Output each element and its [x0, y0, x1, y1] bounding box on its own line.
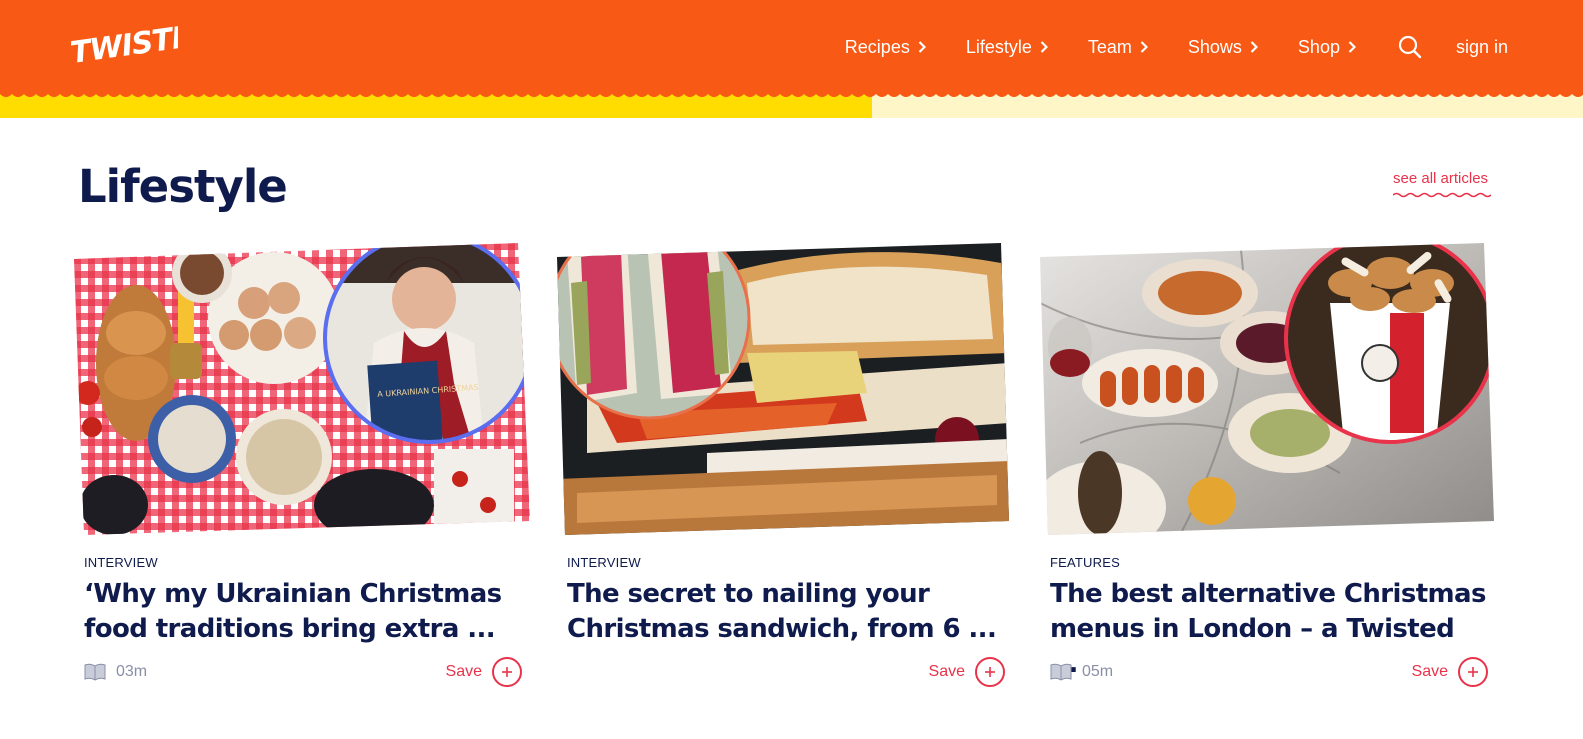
save-button[interactable]: Save: [929, 657, 1005, 687]
article-title[interactable]: The secret to nailing your Christmas san…: [567, 577, 1007, 647]
plus-circle-icon: [975, 657, 1005, 687]
save-button[interactable]: Save: [446, 657, 522, 687]
article-category: INTERVIEW: [84, 555, 158, 570]
article-image[interactable]: [557, 243, 1013, 535]
article-category: FEATURES: [1050, 555, 1120, 570]
see-all-articles-link[interactable]: see all articles: [1393, 170, 1493, 200]
chevron-right-icon: [1348, 41, 1356, 53]
save-label: Save: [445, 663, 482, 680]
nav-label: Team: [1087, 36, 1132, 57]
article-image[interactable]: A UKRAINIAN CHRISTMAS: [74, 243, 530, 535]
svg-text:TWISTED: TWISTED: [68, 18, 178, 71]
plus-circle-icon: [492, 657, 522, 687]
save-label: Save: [1411, 663, 1448, 680]
read-time-label: 05m: [1082, 663, 1114, 680]
search-icon[interactable]: [1398, 35, 1422, 59]
article-card[interactable]: A UKRAINIAN CHRISTMAS INTERVIEW ‘Why my …: [74, 243, 530, 703]
nav-shop[interactable]: Shop: [1298, 37, 1356, 58]
article-title[interactable]: ‘Why my Ukrainian Christmas food traditi…: [84, 577, 524, 647]
read-time-label: 03m: [116, 663, 148, 680]
article-category: INTERVIEW: [567, 555, 641, 570]
chevron-right-icon: [1140, 41, 1148, 53]
header-wave-divider: [0, 86, 1583, 118]
article-card[interactable]: FEATURES The best alternative Christmas …: [1040, 243, 1496, 703]
twisted-logo[interactable]: TWISTED: [66, 16, 217, 72]
squiggle-underline: [1393, 192, 1491, 198]
section-title: Lifestyle: [78, 160, 288, 213]
read-time: 03m: [84, 663, 147, 681]
open-book-icon: [84, 663, 106, 681]
see-all-label: see all articles: [1393, 170, 1489, 187]
nav-lifestyle[interactable]: Lifestyle: [966, 37, 1048, 58]
save-button[interactable]: Save: [1412, 657, 1488, 687]
article-image[interactable]: [1040, 243, 1496, 535]
chevron-right-icon: [1040, 41, 1048, 53]
nav-shows[interactable]: Shows: [1188, 37, 1258, 58]
plus-circle-icon: [1458, 657, 1488, 687]
nav-team[interactable]: Team: [1088, 37, 1148, 58]
nav-label: Shows: [1187, 36, 1242, 57]
read-time: 05m: [1050, 663, 1113, 681]
chevron-right-icon: [1250, 41, 1258, 53]
main-nav: Recipes Lifestyle Team Shows Shop sign i…: [805, 30, 1508, 64]
nav-recipes[interactable]: Recipes: [845, 37, 926, 58]
save-label: Save: [928, 663, 965, 680]
nav-label: Recipes: [844, 36, 910, 57]
nav-label: Lifestyle: [965, 36, 1032, 57]
nav-label: Shop: [1297, 36, 1340, 57]
sign-in-link[interactable]: sign in: [1456, 37, 1508, 58]
article-card[interactable]: INTERVIEW The secret to nailing your Chr…: [557, 243, 1013, 703]
site-header: TWISTED Recipes Lifestyle Team Shows Sho…: [0, 0, 1583, 118]
chevron-right-icon: [918, 41, 926, 53]
open-book-icon: [1050, 663, 1072, 681]
